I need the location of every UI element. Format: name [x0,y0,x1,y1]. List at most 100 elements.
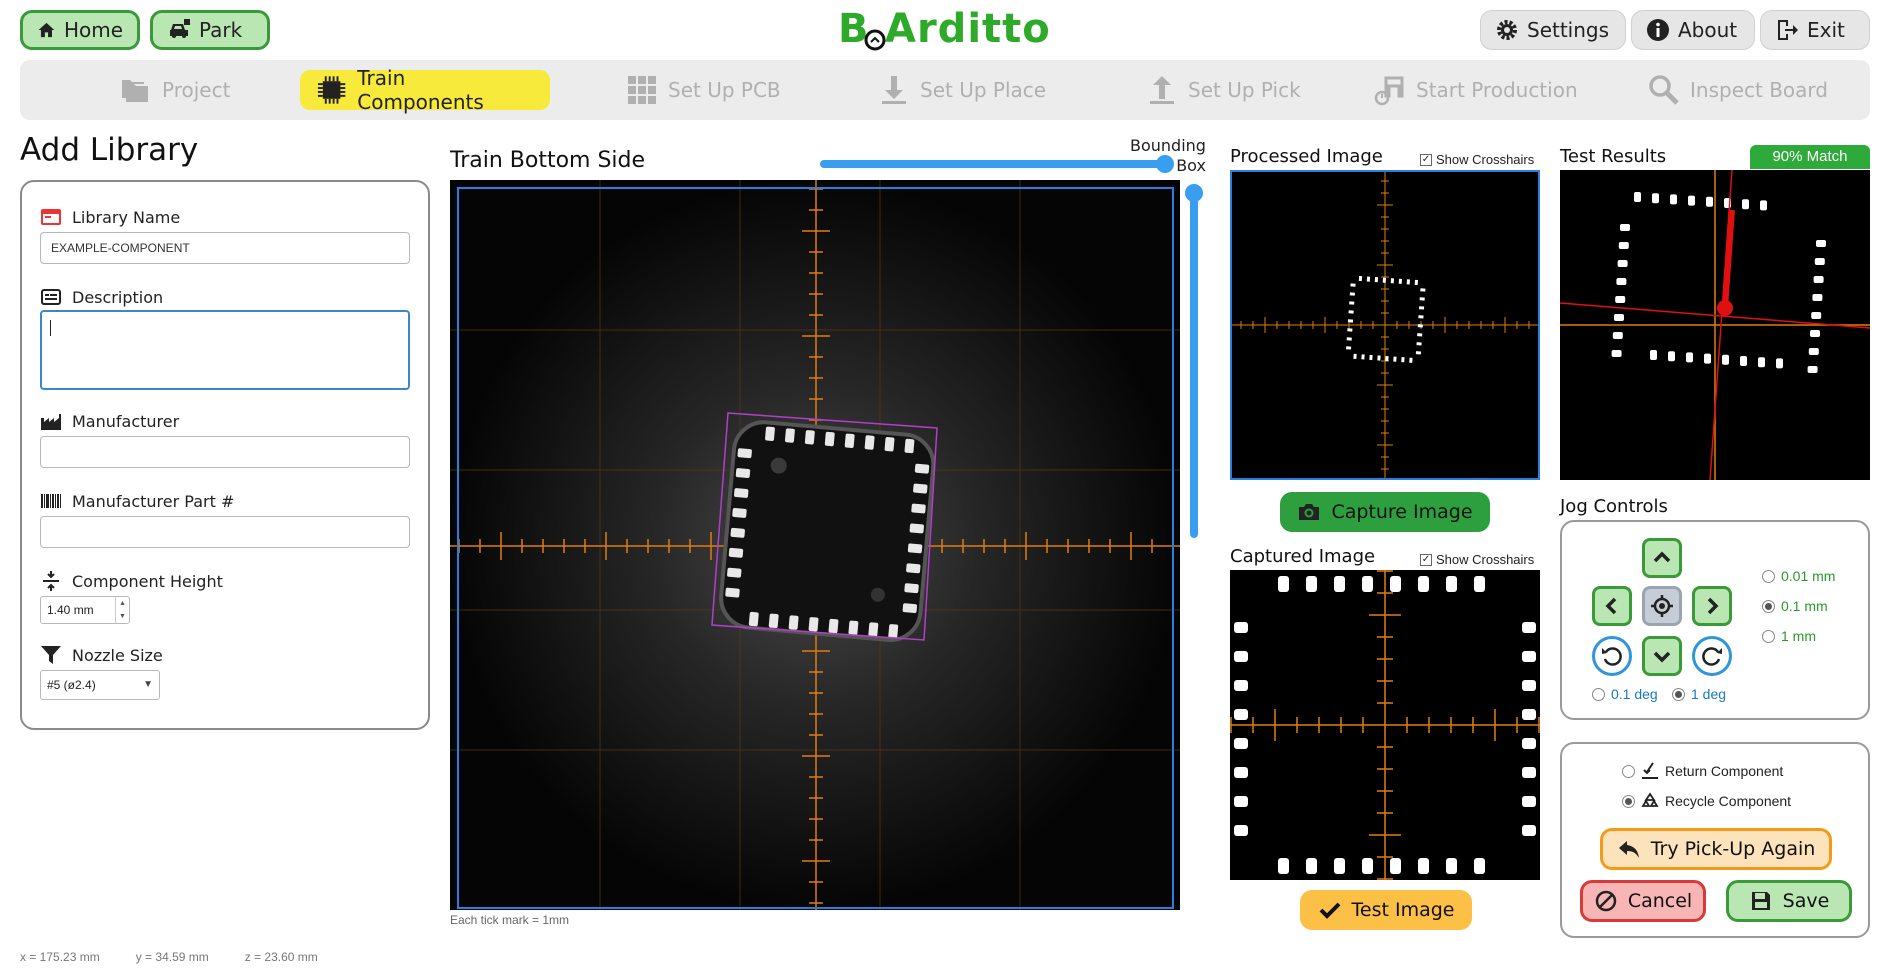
capture-image-button[interactable]: Capture Image [1280,492,1490,532]
chevron-down-icon [1653,651,1671,663]
captured-crosshairs-checkbox[interactable]: ✓ [1420,553,1432,566]
step-1mm-label: 1 mm [1781,628,1816,644]
chevron-down-icon: ▼ [143,679,153,690]
component-height-label: Component Height [40,570,223,592]
description-label-text: Description [72,287,164,307]
processed-crosshairs-checkbox[interactable]: ✓ [1420,153,1432,166]
step-set-up-pick-label: Set Up Pick [1188,78,1301,102]
jog-up-button[interactable] [1642,538,1682,578]
workflow-stepper: Project Train Components Set Up PCB Set … [20,60,1870,120]
library-form-card: Library Name EXAMPLE-COMPONENT Descripti… [20,180,430,730]
part-number-input[interactable] [40,516,410,548]
step-set-up-place[interactable]: Set Up Place [862,70,1062,110]
settings-button-label: Settings [1527,18,1610,42]
recycle-icon [1641,792,1659,807]
save-button[interactable]: Save [1726,880,1852,922]
park-button-label: Park [199,18,243,42]
recycle-component-dot[interactable] [1622,794,1635,808]
processed-image-canvas [1232,172,1538,478]
step-01mm-radio[interactable]: 0.1 mm [1762,598,1828,614]
test-results-title: Test Results [1560,146,1667,167]
x-coordinate: x = 175.23 mm [20,950,100,964]
try-pickup-again-button[interactable]: Try Pick-Up Again [1600,828,1832,870]
component-actions-card: Return Component Recycle Component Try P… [1560,742,1870,938]
step-set-up-place-label: Set Up Place [920,78,1047,102]
processed-crosshairs-toggle[interactable]: ✓ Show Crosshairs [1420,152,1534,167]
test-image-label: Test Image [1351,899,1455,921]
processed-image-title: Processed Image [1230,146,1383,167]
height-icon [43,571,59,591]
home-button-label: Home [63,18,123,42]
manufacturer-label-text: Manufacturer [72,411,180,431]
home-button[interactable]: Home [20,10,140,50]
camera-view-main[interactable] [450,180,1180,910]
exit-button[interactable]: Exit [1760,10,1870,50]
exit-icon [1778,20,1798,40]
step-train-components[interactable]: Train Components [300,66,550,114]
rot-01deg-label: 0.1 deg [1611,686,1658,702]
nozzle-size-select[interactable]: #5 (ø2.4) ▼ [40,670,160,700]
recycle-component-radio[interactable]: Recycle Component [1622,792,1791,810]
chevron-left-icon [1605,597,1617,615]
step-1mm-radio[interactable]: 1 mm [1762,628,1816,644]
manufacturer-input[interactable] [40,436,410,468]
return-component-dot[interactable] [1622,764,1635,778]
park-button[interactable]: Park [150,10,270,50]
jog-right-button[interactable] [1692,586,1732,626]
step-set-up-pcb[interactable]: Set Up PCB [610,70,797,110]
reply-arrow-icon [1618,841,1639,858]
top-bar: Home Park B Arditto Settings About Exit [0,0,1891,56]
rot-01deg-radio[interactable]: 0.1 deg [1592,686,1658,702]
jog-controls-card: 0.01 mm 0.1 mm 1 mm 0.1 deg 1 deg [1560,520,1870,720]
component-height-input[interactable]: 1.40 mm ▲ ▼ [40,596,130,624]
about-button-label: About [1678,18,1738,42]
width-slider-handle[interactable] [1156,155,1174,173]
return-component-radio[interactable]: Return Component [1622,762,1783,780]
save-icon [1751,892,1770,910]
crosshair-target-icon [1651,595,1673,617]
svg-text:Arditto: Arditto [885,6,1051,52]
jog-home-button[interactable] [1642,586,1682,626]
save-label: Save [1782,890,1830,912]
library-name-input[interactable]: EXAMPLE-COMPONENT [40,232,410,264]
add-library-title: Add Library [20,132,199,168]
test-image-button[interactable]: Test Image [1300,890,1472,930]
height-decrement[interactable]: ▼ [115,610,129,623]
about-button[interactable]: About [1631,10,1755,50]
step-001mm-radio[interactable]: 0.01 mm [1762,568,1835,584]
height-slider-handle[interactable] [1185,184,1203,202]
cancel-button[interactable]: Cancel [1580,880,1706,922]
machine-icon [1374,76,1404,106]
step-set-up-pick[interactable]: Set Up Pick [1130,70,1317,110]
jog-down-button[interactable] [1642,636,1682,676]
bounding-box-width-slider[interactable] [820,155,1174,173]
nozzle-size-value: #5 (ø2.4) [47,678,96,692]
captured-crosshairs-toggle[interactable]: ✓ Show Crosshairs [1420,552,1534,567]
step-001mm-dot[interactable] [1762,569,1775,583]
cancel-label: Cancel [1627,890,1693,912]
bounding-box-label-line1: Bounding [1130,136,1206,155]
rotate-ccw-button[interactable] [1592,636,1632,676]
component-height-label-text: Component Height [72,571,223,591]
step-start-production[interactable]: Start Production [1358,70,1594,110]
bounding-box-height-slider[interactable] [1185,184,1203,538]
step-inspect-board[interactable]: Inspect Board [1632,70,1844,110]
step-project[interactable]: Project [104,70,246,110]
home-icon [38,22,55,38]
train-bottom-title: Train Bottom Side [450,148,646,173]
app-logo: B Arditto [838,4,1053,52]
exit-button-label: Exit [1807,18,1845,42]
barcode-icon [41,494,61,508]
rotate-cw-button[interactable] [1692,636,1732,676]
rotate-ccw-icon [1602,647,1622,666]
step-1mm-dot[interactable] [1762,629,1775,643]
rot-1deg-radio[interactable]: 1 deg [1672,686,1726,702]
settings-button[interactable]: Settings [1480,10,1626,50]
test-results-canvas [1560,170,1870,480]
rot-01deg-dot[interactable] [1592,687,1605,701]
jog-left-button[interactable] [1592,586,1632,626]
rot-1deg-dot[interactable] [1672,687,1685,701]
description-textarea[interactable] [40,310,410,390]
library-name-label: Library Name [40,206,180,228]
step-01mm-dot[interactable] [1762,599,1775,613]
